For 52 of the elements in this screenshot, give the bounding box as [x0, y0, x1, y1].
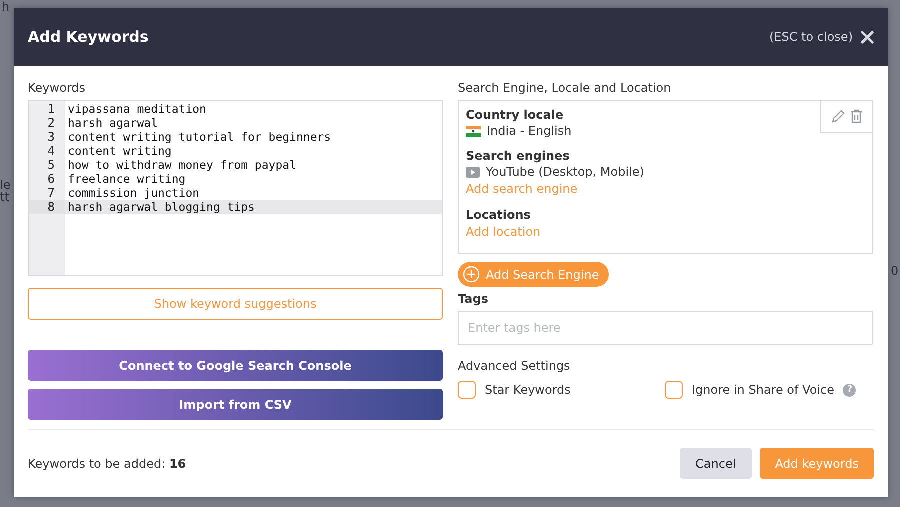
- advanced-settings-label: Advanced Settings: [458, 359, 570, 373]
- country-locale-value: India - English: [487, 124, 572, 138]
- line-number: 2: [46, 116, 56, 130]
- line-number: 8: [29, 200, 65, 214]
- checkbox[interactable]: [665, 381, 683, 399]
- keyword-line: freelance writing: [67, 172, 187, 186]
- keyword-line: how to withdraw money from paypal: [67, 158, 298, 172]
- line-number: 7: [46, 186, 56, 200]
- help-icon[interactable]: ?: [843, 384, 856, 396]
- close-hint: (ESC to close): [769, 30, 853, 44]
- pencil-icon[interactable]: [831, 108, 846, 124]
- keywords-count: Keywords to be added: 16: [28, 456, 186, 470]
- line-number: 6: [46, 172, 56, 186]
- line-number: 5: [46, 158, 56, 172]
- keyword-line: harsh agarwal: [67, 116, 160, 130]
- dialog-title: Add Keywords: [28, 28, 149, 46]
- add-search-engine-link[interactable]: Add search engine: [466, 182, 578, 196]
- add-location-link[interactable]: Add location: [466, 225, 541, 239]
- import-button[interactable]: Connect to Google Search Console: [28, 350, 443, 381]
- line-number: 4: [46, 144, 56, 158]
- india-flag-icon: [466, 126, 481, 136]
- checkbox-label: Ignore in Share of Voice: [692, 383, 834, 397]
- play-icon: [466, 166, 480, 178]
- background-text: 0: [891, 265, 899, 277]
- checkbox-label: Star Keywords: [485, 383, 571, 397]
- line-number: 3: [46, 130, 56, 144]
- tags-input[interactable]: Enter tags here: [458, 311, 873, 345]
- line-number: 1: [46, 102, 56, 116]
- cancel-button[interactable]: Cancel: [680, 448, 752, 479]
- add-search-engine-button[interactable]: Add Search Engine: [458, 262, 610, 287]
- keywords-label: Keywords: [28, 81, 86, 95]
- search-engines-label: Search engines: [466, 149, 570, 163]
- keyword-line: commission junction: [67, 186, 201, 200]
- keyword-line: content writing tutorial for beginners: [67, 130, 332, 144]
- background-text: h: [2, 1, 10, 13]
- keywords-editor[interactable]: [28, 100, 443, 276]
- tags-label: Tags: [458, 292, 488, 306]
- background-text: tt: [0, 191, 10, 203]
- keyword-line: vipassana meditation: [67, 102, 208, 116]
- locations-label: Locations: [466, 208, 531, 222]
- trash-icon[interactable]: [850, 108, 863, 124]
- keyword-suggestions-button[interactable]: Show keyword suggestions: [28, 288, 443, 320]
- close-icon[interactable]: [861, 30, 874, 44]
- background-text: le: [0, 179, 11, 191]
- search-engine-value: YouTube (Desktop, Mobile): [486, 165, 644, 179]
- search-engine-label: Search Engine, Locale and Location: [458, 81, 672, 95]
- checkbox[interactable]: [458, 381, 476, 399]
- plus-circle-icon: [463, 266, 480, 283]
- import-button[interactable]: Import from CSV: [28, 389, 443, 420]
- country-locale-label: Country locale: [466, 108, 564, 122]
- add-keywords-button[interactable]: Add keywords: [760, 448, 874, 479]
- keyword-line: content writing: [67, 144, 173, 158]
